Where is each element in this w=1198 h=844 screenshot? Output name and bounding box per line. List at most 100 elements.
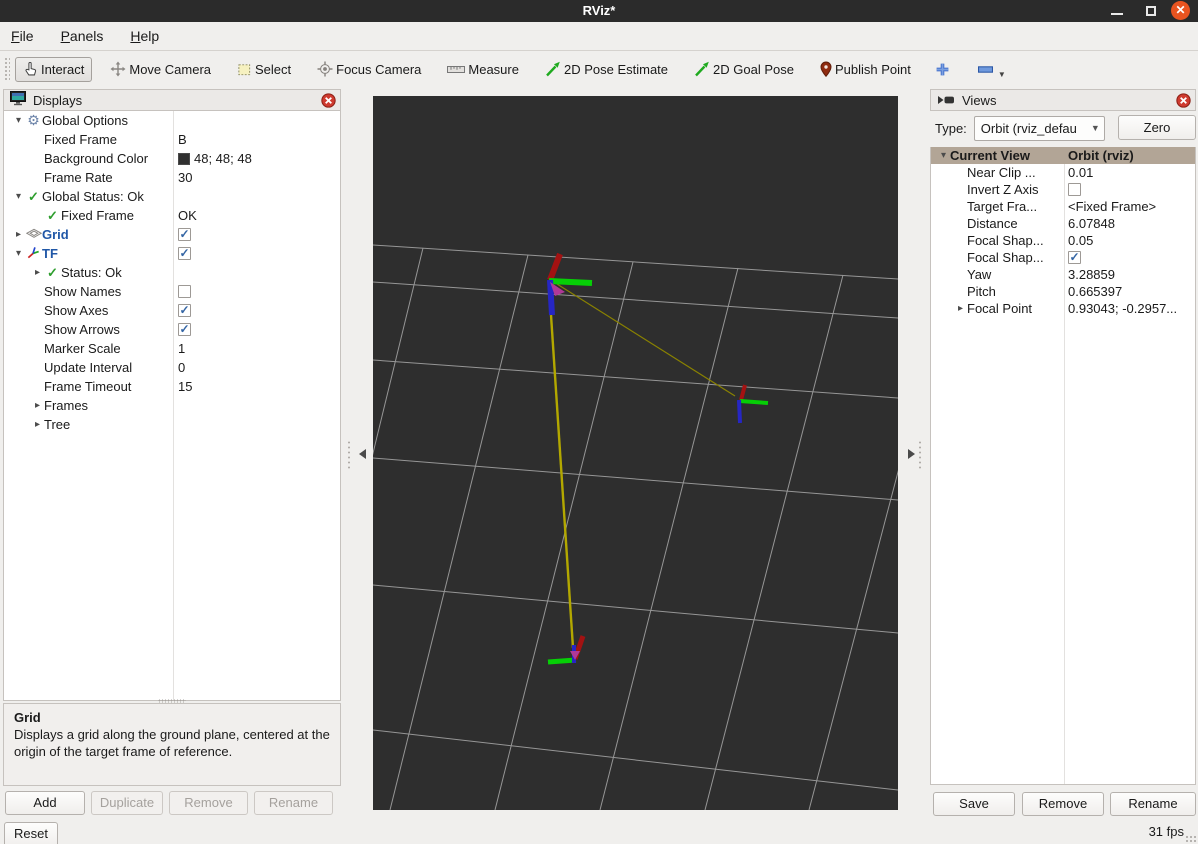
expander-open-icon[interactable]: ▾ [937,150,950,161]
views-tree-row[interactable]: Target Fra... <Fixed Frame> [931,198,1195,215]
property-value[interactable]: 0.93043; -0.2957... [1068,301,1177,316]
right-splitter-handle[interactable] [906,440,922,470]
property-value[interactable]: B [178,132,187,147]
displays-tree-row[interactable]: Frame Timeout 15 [4,377,340,396]
displays-close-button[interactable] [321,93,336,108]
tool-2d-goal-pose[interactable]: 2D Goal Pose [686,56,802,82]
tool-select[interactable]: Select [229,57,299,82]
property-value[interactable]: ✓ [1068,251,1081,264]
remove-display-button[interactable]: Remove [169,791,248,815]
remove-view-button[interactable]: Remove [1022,792,1104,816]
zero-button[interactable]: Zero [1118,115,1196,140]
displays-tree-row[interactable]: Show Names [4,282,340,301]
displays-tree-row[interactable]: ▸ Grid ✓ [4,225,340,244]
views-tree-row[interactable]: Yaw 3.28859 [931,266,1195,283]
rename-view-button[interactable]: Rename [1110,792,1196,816]
tool-interact[interactable]: Interact [15,56,93,82]
views-tree-row[interactable]: Near Clip ... 0.01 [931,164,1195,181]
property-value[interactable] [1068,183,1081,196]
expander-closed-icon[interactable]: ▸ [31,419,44,430]
expander-open-icon[interactable]: ▾ [12,248,25,259]
left-splitter-handle[interactable] [347,440,366,470]
property-value[interactable]: 3.28859 [1068,267,1115,282]
expander-closed-icon[interactable]: ▸ [12,229,25,240]
minimize-icon[interactable] [1111,13,1123,15]
expander-closed-icon[interactable]: ▸ [31,267,44,278]
displays-tree-row[interactable]: ▾ ⚙ Global Options [4,111,340,130]
color-swatch[interactable] [178,152,190,165]
displays-tree-row[interactable]: Frame Rate 30 [4,168,340,187]
add-display-button[interactable]: Add [5,791,85,815]
property-value[interactable]: 0.665397 [1068,284,1122,299]
property-value[interactable]: ✓ [178,323,191,336]
property-value[interactable]: 0.05 [1068,233,1093,248]
toolbar-drag-handle[interactable] [4,57,10,81]
duplicate-display-button[interactable]: Duplicate [91,791,163,815]
displays-tree-row[interactable]: ▾ TF ✓ [4,244,340,263]
property-value[interactable]: Orbit (rviz) [1068,148,1134,163]
add-tool-button[interactable] [929,57,956,82]
property-value[interactable] [178,285,191,298]
tool-2d-pose-estimate[interactable]: 2D Pose Estimate [537,56,676,82]
property-value[interactable]: 0 [178,360,185,375]
checkbox-unchecked[interactable] [178,285,191,298]
maximize-icon[interactable] [1146,6,1156,16]
reset-button[interactable]: Reset [4,822,58,844]
checkbox-unchecked[interactable] [1068,183,1081,196]
tool-move-camera[interactable]: Move Camera [102,56,219,82]
views-tree-row[interactable]: ▾ Current View Orbit (rviz) [931,147,1195,164]
expander-closed-icon[interactable]: ▸ [31,400,44,411]
menu-item-file[interactable]: File [11,28,34,44]
displays-tree-row[interactable]: ▸ ✓ Status: Ok [4,263,340,282]
displays-tree-row[interactable]: ✓ Fixed Frame OK [4,206,340,225]
expander-closed-icon[interactable]: ▸ [954,303,967,314]
tool-publish-point[interactable]: Publish Point [812,56,919,82]
checkbox-checked[interactable]: ✓ [178,228,191,241]
property-value[interactable]: <Fixed Frame> [1068,199,1156,214]
save-view-button[interactable]: Save [933,792,1015,816]
tool-focus-camera[interactable]: Focus Camera [309,56,429,82]
displays-tree-row[interactable]: Marker Scale 1 [4,339,340,358]
remove-tool-button[interactable]: ▼ [972,61,1006,79]
checkbox-checked[interactable]: ✓ [178,323,191,336]
resize-grip[interactable] [1185,835,1196,843]
property-value[interactable]: OK [178,208,197,223]
view-type-select[interactable]: Orbit (rviz_defau ▼ [973,116,1105,141]
views-panel-header[interactable]: Views [930,89,1196,111]
expander-open-icon[interactable]: ▾ [12,115,25,126]
views-close-button[interactable] [1176,93,1191,108]
views-tree-row[interactable]: Focal Shap... 0.05 [931,232,1195,249]
viewport-3d[interactable] [285,96,1198,811]
property-value[interactable]: 48; 48; 48 [178,151,252,166]
displays-tree-row[interactable]: ▾ ✓ Global Status: Ok [4,187,340,206]
property-value[interactable]: 0.01 [1068,165,1093,180]
checkbox-checked[interactable]: ✓ [178,247,191,260]
displays-tree-row[interactable]: Update Interval 0 [4,358,340,377]
property-value[interactable]: ✓ [178,304,191,317]
rename-display-button[interactable]: Rename [254,791,333,815]
displays-tree-row[interactable]: ▸ Frames [4,396,340,415]
displays-tree-row[interactable]: Show Axes ✓ [4,301,340,320]
property-value[interactable]: 15 [178,379,192,394]
property-value[interactable]: 6.07848 [1068,216,1115,231]
close-icon[interactable]: ✕ [1171,1,1190,20]
displays-panel-header[interactable]: Displays [3,89,341,111]
checkbox-checked[interactable]: ✓ [1068,251,1081,264]
displays-tree-row[interactable]: Background Color 48; 48; 48 [4,149,340,168]
property-value[interactable]: ✓ [178,228,191,241]
views-tree-row[interactable]: Distance 6.07848 [931,215,1195,232]
property-value[interactable]: 1 [178,341,185,356]
views-tree-row[interactable]: Invert Z Axis [931,181,1195,198]
views-tree-row[interactable]: Pitch 0.665397 [931,283,1195,300]
displays-tree-row[interactable]: Show Arrows ✓ [4,320,340,339]
property-value[interactable]: ✓ [178,247,191,260]
tool-measure[interactable]: Measure [439,57,527,82]
property-value[interactable]: 30 [178,170,192,185]
expander-open-icon[interactable]: ▾ [12,191,25,202]
views-tree-row[interactable]: ▸ Focal Point 0.93043; -0.2957... [931,300,1195,317]
displays-tree-row[interactable]: Fixed Frame B [4,130,340,149]
views-tree-row[interactable]: Focal Shap... ✓ [931,249,1195,266]
menu-item-help[interactable]: Help [130,28,159,44]
displays-tree-row[interactable]: ▸ Tree [4,415,340,434]
checkbox-checked[interactable]: ✓ [178,304,191,317]
